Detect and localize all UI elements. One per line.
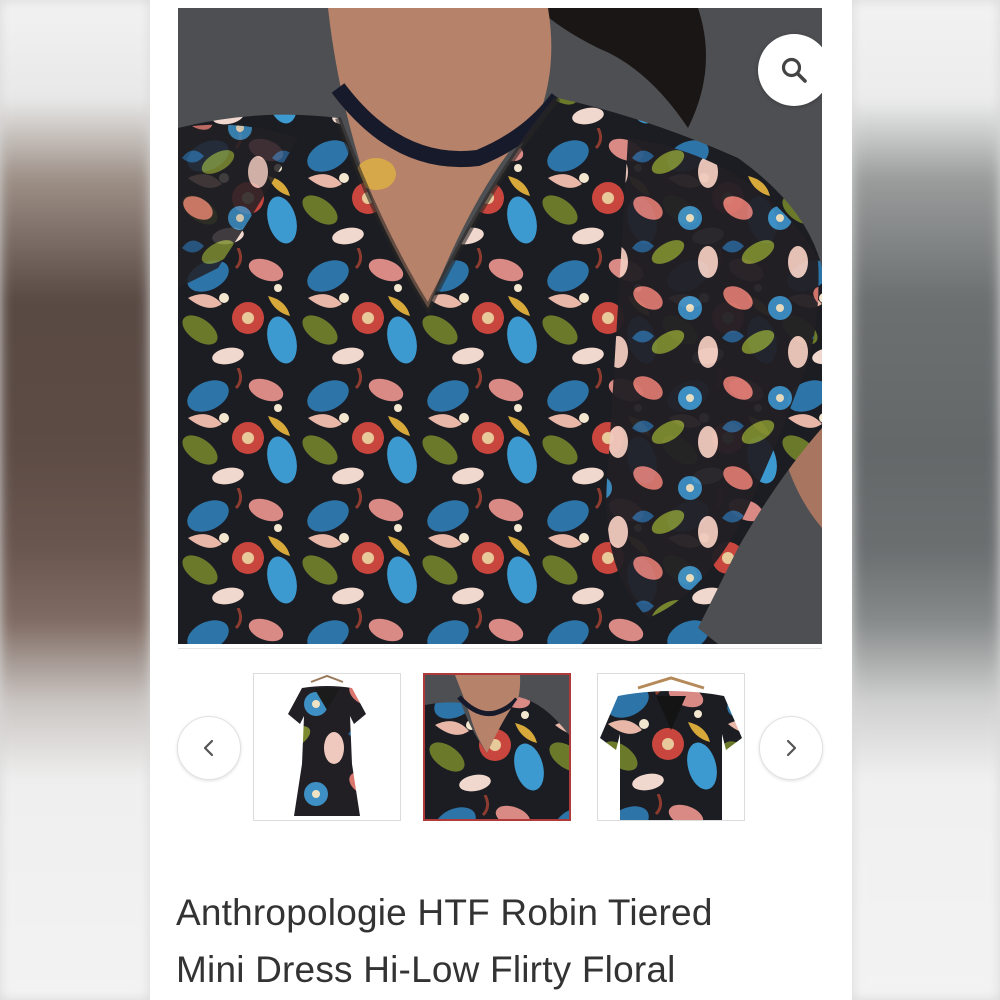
product-panel: Anthropologie HTF Robin Tiered Mini Dres… xyxy=(150,0,852,1000)
product-title-line-1: Anthropologie HTF Robin Tiered xyxy=(176,892,713,933)
thumbnail-dress-top-hanger[interactable] xyxy=(597,673,745,821)
chevron-right-icon xyxy=(786,739,797,757)
dress-closeup-illustration xyxy=(178,8,822,644)
previous-image-button[interactable] xyxy=(177,716,241,780)
main-product-image[interactable] xyxy=(178,8,822,644)
thumbnail-closeup-selected[interactable] xyxy=(423,673,571,821)
blurred-background-right xyxy=(852,0,1000,1000)
product-title: Anthropologie HTF Robin Tiered Mini Dres… xyxy=(176,884,816,998)
magnifier-icon xyxy=(781,57,807,83)
blurred-background-left xyxy=(0,0,150,1000)
chevron-left-icon xyxy=(203,739,214,757)
thumbnail-closeup-image xyxy=(425,675,569,819)
thumbnail-dress-image xyxy=(254,674,400,820)
product-title-line-2: Mini Dress Hi-Low Flirty Floral xyxy=(176,949,676,990)
thumbnail-full-dress-front[interactable] xyxy=(253,673,401,821)
next-image-button[interactable] xyxy=(759,716,823,780)
thumbnail-top-image xyxy=(598,674,744,820)
gallery-divider xyxy=(178,648,822,649)
zoom-button[interactable] xyxy=(758,34,822,106)
